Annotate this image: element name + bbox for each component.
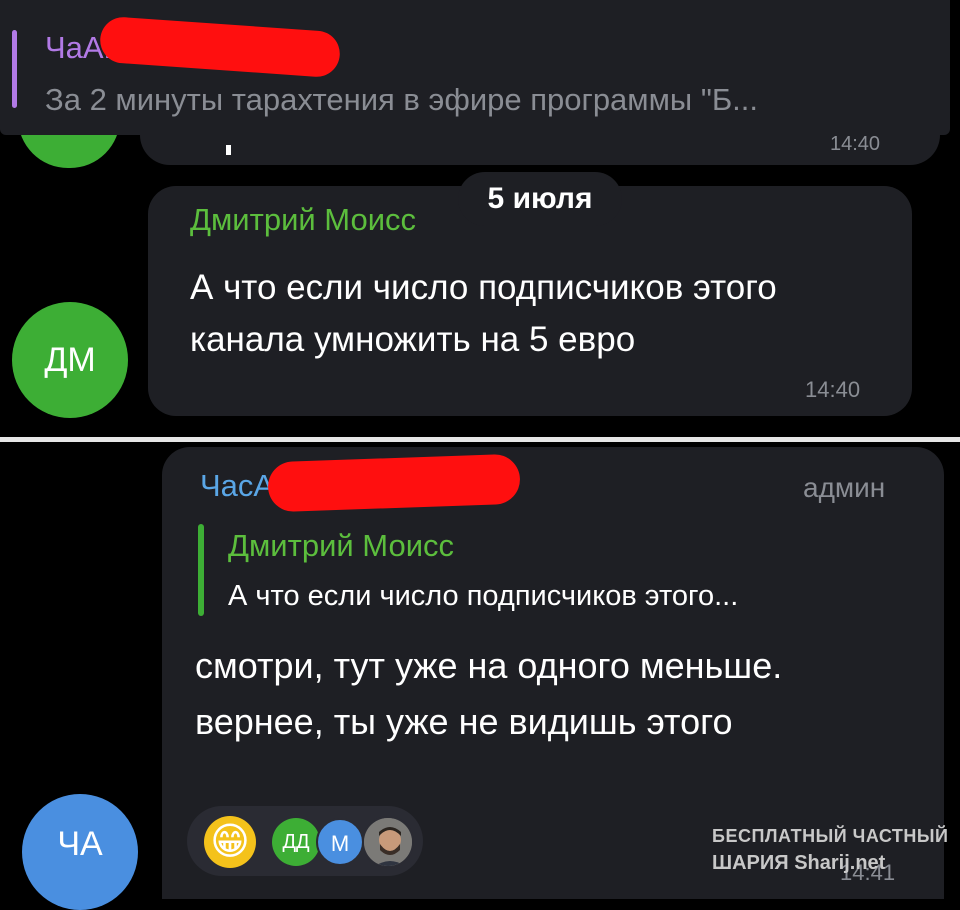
avatar[interactable]: ЧА [22,794,138,910]
reactor-avatar: ДД [272,818,320,866]
avatar-initials: ДМ [44,341,96,379]
pinned-text: За 2 минуты тарахтения в эфире программы… [45,82,758,117]
message-time: 14:40 [805,377,861,402]
message-text: смотри, тут уже на одного меньше. вернее… [195,645,783,742]
message-text: А что если число подписчиков этого канал… [190,268,777,359]
avatar[interactable]: ДМ [12,302,128,418]
pinned-accent-bar [12,30,17,108]
reactor-avatar: М [316,818,364,866]
previous-message-text-fragment [226,145,231,155]
date-separator-label: 5 июля [487,182,593,215]
previous-message-time: 14:40 [830,133,881,155]
grinning-emoji-icon: 😁 [204,816,256,868]
panel-divider [0,437,960,442]
message-author[interactable]: Дмитрий Моисс [190,202,416,238]
avatar-initials: ЧА [57,825,103,863]
reply-accent-bar [198,524,204,616]
watermark-line: ШАРИЯ Sharij.net [712,852,886,874]
reply-text[interactable]: А что если число подписчиков этого... [228,580,738,613]
reactor-photo-avatar [362,816,414,868]
admin-badge: админ [803,472,886,503]
reply-author[interactable]: Дмитрий Моисс [228,528,454,564]
watermark-line: БЕСПЛАТНЫЙ ЧАСТНЫЙ [712,826,949,846]
redaction-mark [267,453,521,513]
